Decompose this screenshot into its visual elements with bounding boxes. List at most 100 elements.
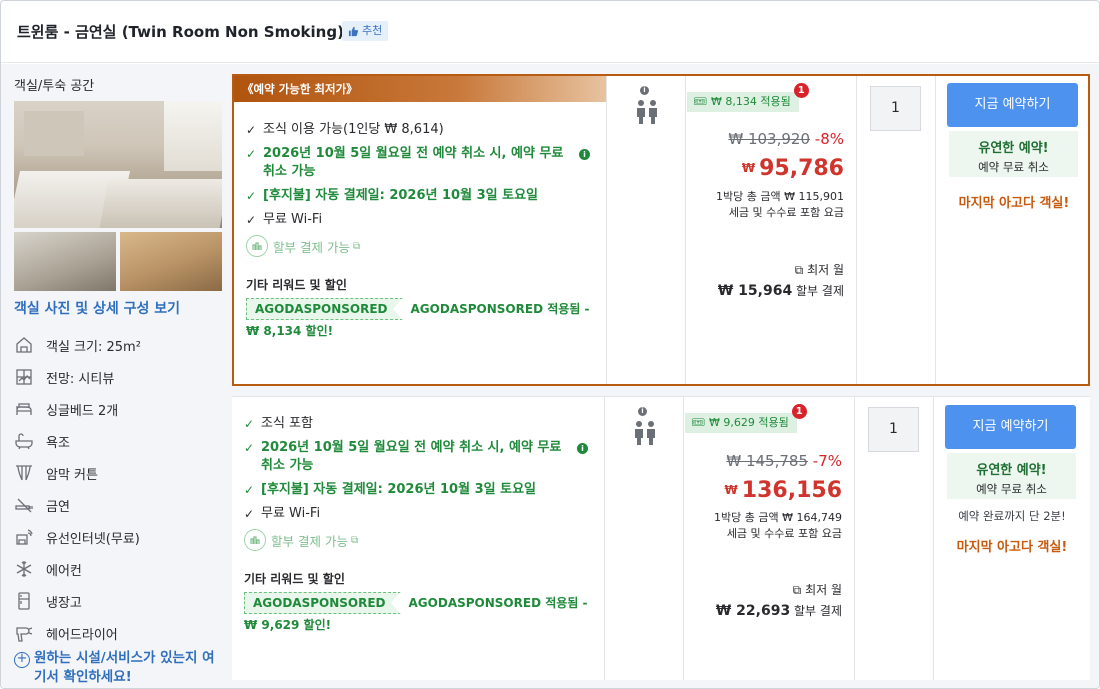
check-icon: ✓ bbox=[246, 189, 257, 203]
booking-cell: 지금 예약하기 유연한 예약! 예약 무료 취소 마지막 아고다 객실! bbox=[936, 76, 1092, 384]
amenity-item: 냉장고 bbox=[14, 585, 229, 617]
last-room-notice: 마지막 아고다 객실! bbox=[956, 540, 1068, 555]
promo-label: ₩ 9,629 적용됨 bbox=[708, 416, 789, 429]
recommend-label: 추천 bbox=[362, 24, 383, 37]
amenity-label: 싱글베드 2개 bbox=[46, 403, 119, 419]
coupon-code-badge: AGODASPONSORED bbox=[244, 592, 401, 614]
occupancy-cell: i bbox=[605, 397, 684, 680]
promo-count-badge: 1 bbox=[791, 404, 807, 419]
blackout-curtain-icon bbox=[14, 463, 34, 483]
external-link-icon: ⧉ bbox=[352, 240, 361, 252]
check-icon: ✓ bbox=[244, 507, 255, 521]
amenity-label: 에어컨 bbox=[46, 563, 82, 579]
info-icon[interactable]: i bbox=[577, 443, 588, 454]
amenity-item: 유선인터넷(무료) bbox=[14, 521, 229, 553]
two-guests-icon bbox=[637, 100, 657, 124]
air-conditioner-icon bbox=[14, 559, 34, 579]
two-guests-icon bbox=[635, 421, 655, 445]
installment-option[interactable]: 할부 결제 가능 ⧉ bbox=[246, 235, 591, 257]
condition-item: ✓ 무료 Wi-Fi bbox=[246, 212, 323, 227]
view-icon bbox=[14, 367, 34, 387]
bed-icon bbox=[14, 399, 34, 419]
occupancy[interactable]: i bbox=[635, 86, 659, 129]
promo-applied-badge[interactable]: 🎟 ₩ 8,134 적용됨 1 bbox=[687, 83, 809, 112]
promo-count-badge: 1 bbox=[793, 83, 809, 98]
room-header: 트윈룸 - 금연실 (Twin Room Non Smoking) 추천 bbox=[1, 1, 1099, 63]
installment-option[interactable]: 할부 결제 가능 ⧉ bbox=[244, 529, 589, 551]
book-now-button[interactable]: 지금 예약하기 bbox=[947, 83, 1078, 127]
check-icon: ✓ bbox=[246, 123, 257, 137]
amenity-label: 유선인터넷(무료) bbox=[46, 531, 140, 547]
monthly-label[interactable]: ⧉ 최저 월 bbox=[795, 261, 844, 278]
info-icon: i bbox=[638, 407, 647, 416]
amenity-label: 욕조 bbox=[46, 435, 70, 451]
external-link-icon: ⧉ bbox=[794, 263, 808, 277]
monthly-amount: ₩ 15,964 할부 결제 bbox=[717, 283, 844, 299]
offer-conditions: 《예약 가능한 최저가》 ✓ 조식 이용 가능(1인당 ₩ 8,614) ✓ 202… bbox=[234, 76, 607, 384]
external-link-icon: ⧉ bbox=[792, 583, 806, 597]
room-photo-main[interactable] bbox=[14, 101, 222, 228]
amenity-label: 전망: 시티뷰 bbox=[46, 371, 115, 387]
installment-icon bbox=[244, 529, 266, 551]
coupon-line: AGODASPONSORED AGODASPONSORED 적용됨 - ₩ 9,6… bbox=[244, 592, 599, 636]
promo-applied-badge[interactable]: 🎟 ₩ 9,629 적용됨 1 bbox=[685, 404, 807, 433]
room-quantity-select[interactable]: 1 bbox=[870, 86, 921, 131]
room-offer-panel: 트윈룸 - 금연실 (Twin Room Non Smoking) 추천 객실/… bbox=[0, 0, 1100, 689]
thumbs-up-icon bbox=[348, 26, 359, 36]
amenity-label: 냉장고 bbox=[46, 595, 82, 611]
best-price-badge: 《예약 가능한 최저가》 bbox=[234, 76, 606, 102]
amenity-label: 객실 크기: 25m² bbox=[46, 339, 141, 355]
monthly-label[interactable]: ⧉ 최저 월 bbox=[793, 581, 842, 598]
occupancy[interactable]: i bbox=[633, 407, 657, 450]
external-link-icon: ⧉ bbox=[350, 534, 359, 546]
occupancy-cell: i bbox=[607, 76, 686, 384]
installment-icon bbox=[246, 235, 268, 257]
amenity-item: 욕조 bbox=[14, 425, 229, 457]
rewards-title: 기타 리워드 및 할인 bbox=[244, 572, 345, 586]
amenity-item: 금연 bbox=[14, 489, 229, 521]
final-price: ₩136,156 bbox=[724, 478, 842, 503]
info-icon[interactable]: i bbox=[579, 149, 590, 160]
price-cell: 🎟 ₩ 9,629 적용됨 1 ₩ 145,785 -7% ₩136,156 1… bbox=[684, 397, 855, 680]
bathroom-photo-thumb[interactable] bbox=[120, 232, 222, 291]
installment-label: 할부 결제 가능 bbox=[271, 533, 348, 549]
refrigerator-icon bbox=[14, 591, 34, 611]
no-smoking-icon bbox=[14, 495, 34, 515]
room-size-icon bbox=[14, 335, 34, 355]
book-now-button[interactable]: 지금 예약하기 bbox=[945, 405, 1076, 449]
section-title: 객실/투숙 공간 bbox=[14, 79, 95, 94]
offer-row: ✓ 조식 포함 ✓ 2026년 10월 5일 월요일 전 예약 취소 시, 예약 무… bbox=[232, 396, 1090, 680]
quantity-cell: 1 bbox=[857, 76, 936, 384]
amenity-item: 싱글베드 2개 bbox=[14, 393, 229, 425]
amenity-item: 헤어드라이어 bbox=[14, 617, 229, 649]
condition-item: ✓ 2026년 10월 5일 월요일 전 예약 취소 시, 예약 무료 취소 가능… bbox=[244, 439, 589, 475]
last-room-notice: 마지막 아고다 객실! bbox=[958, 196, 1070, 211]
facility-link-label: 원하는 시설/서비스가 있는지 여기서 확인하세요! bbox=[34, 650, 215, 685]
offer-conditions: ✓ 조식 포함 ✓ 2026년 10월 5일 월요일 전 예약 취소 시, 예약 무… bbox=[232, 397, 605, 680]
flex-title: 유연한 예약! bbox=[978, 141, 1049, 156]
check-icon: ✓ bbox=[244, 483, 255, 497]
recommend-badge[interactable]: 추천 bbox=[342, 21, 389, 41]
original-price: ₩ 145,785 -7% bbox=[726, 452, 842, 470]
condition-item: ✓ [후지불] 자동 결제일: 2026년 10월 3일 토요일 bbox=[246, 188, 538, 203]
condition-list: ✓ 조식 포함 ✓ 2026년 10월 5일 월요일 전 예약 취소 시, 예약 무… bbox=[244, 415, 589, 551]
check-icon: ✓ bbox=[246, 147, 257, 161]
room-quantity-select[interactable]: 1 bbox=[868, 407, 919, 452]
quantity-cell: 1 bbox=[855, 397, 934, 680]
condition-item: ✓ 조식 이용 가능(1인당 ₩ 8,614) bbox=[246, 122, 444, 137]
coupon-icon: 🎟 bbox=[691, 416, 705, 429]
coupon-line: AGODASPONSORED AGODASPONSORED 적용됨 - ₩ 8,1… bbox=[246, 298, 601, 342]
check-icon: ✓ bbox=[244, 417, 255, 431]
room-photo-thumb[interactable] bbox=[14, 232, 116, 291]
flexible-booking-box: 유연한 예약! 예약 무료 취소 bbox=[949, 131, 1078, 177]
amenity-label: 금연 bbox=[46, 499, 70, 515]
condition-item: ✓ 무료 Wi-Fi bbox=[244, 506, 321, 521]
amenity-label: 헤어드라이어 bbox=[46, 627, 118, 643]
facility-check-link[interactable]: + 원하는 시설/서비스가 있는지 여기서 확인하세요! bbox=[14, 649, 226, 687]
room-info-column: 객실/투숙 공간 객실 사진 및 상세 구성 보기 객실 크기: 25m² 전망… bbox=[1, 64, 229, 688]
flex-subtitle: 예약 무료 취소 bbox=[976, 482, 1047, 496]
promo-label: ₩ 8,134 적용됨 bbox=[710, 95, 791, 108]
offer-row-best: 《예약 가능한 최저가》 ✓ 조식 이용 가능(1인당 ₩ 8,614) ✓ 202… bbox=[232, 74, 1090, 386]
view-room-photos-link[interactable]: 객실 사진 및 상세 구성 보기 bbox=[14, 298, 180, 318]
amenity-list: 객실 크기: 25m² 전망: 시티뷰 싱글베드 2개 욕조 암막 커튼 금연 bbox=[14, 329, 229, 649]
